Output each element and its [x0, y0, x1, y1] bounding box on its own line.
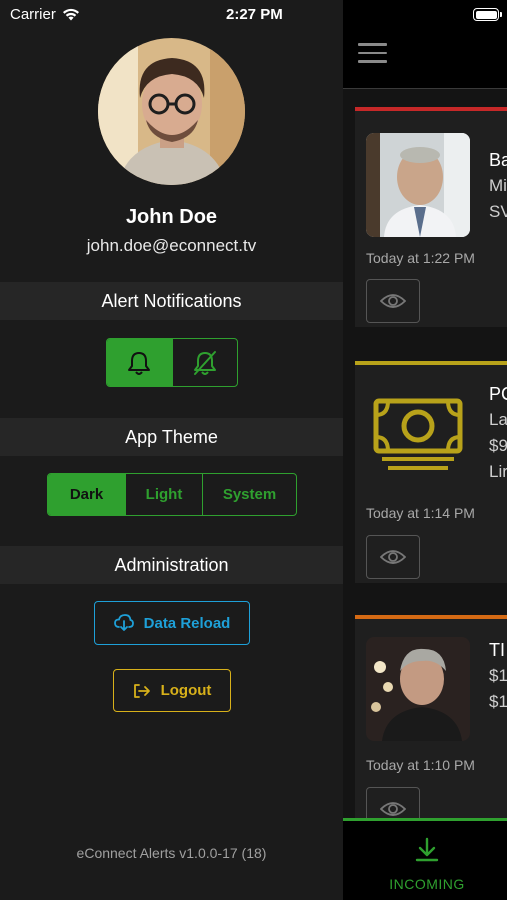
alert-photo: [366, 637, 470, 741]
user-email: john.doe@econnect.tv: [86, 236, 257, 255]
alert-time: Today at 1:10 PM: [366, 757, 475, 773]
theme-light-option[interactable]: Light: [125, 474, 202, 515]
alert-line: $1: [489, 692, 507, 711]
alert-card[interactable]: PC La $9 Lir Today at 1:14 PM: [355, 361, 507, 583]
data-reload-label: Data Reload: [143, 614, 231, 632]
alert-list: Ba Mi SV Today at 1:22 PM P La $9 Lir To…: [343, 89, 507, 819]
alert-time: Today at 1:22 PM: [366, 250, 475, 266]
eye-icon: [380, 550, 406, 564]
avatar: [98, 38, 245, 185]
alerts-panel: Ba Mi SV Today at 1:22 PM P La $9 Lir To…: [343, 0, 507, 900]
money-icon: [366, 387, 470, 491]
administration-header: Administration: [0, 546, 343, 584]
alert-stripe: [355, 361, 507, 365]
clock: 2:27 PM: [226, 6, 283, 23]
alert-title: TI: [489, 640, 505, 660]
logout-label: Logout: [160, 682, 212, 699]
alert-line: La: [489, 410, 507, 429]
alert-card[interactable]: TI $1 $1 Today at 1:10 PM: [355, 615, 507, 819]
bell-icon: [128, 351, 151, 375]
logout-icon: [133, 683, 150, 698]
theme-dark-option[interactable]: Dark: [48, 474, 125, 515]
alert-photo: [366, 133, 470, 237]
alert-line: Lir: [489, 462, 507, 481]
alerts-on-option[interactable]: [107, 339, 172, 386]
alert-title: PC: [489, 384, 507, 404]
carrier-indicator: Carrier: [10, 6, 80, 23]
tab-incoming-label: INCOMING: [389, 876, 465, 892]
battery-icon: [473, 8, 502, 21]
alert-line: Mi: [489, 176, 507, 195]
alert-stripe: [355, 107, 507, 111]
alert-time: Today at 1:14 PM: [366, 505, 475, 521]
alert-card[interactable]: Ba Mi SV Today at 1:22 PM: [355, 107, 507, 327]
cloud-download-icon: [113, 614, 134, 631]
tab-incoming[interactable]: INCOMING: [343, 818, 507, 900]
user-name: John Doe: [125, 206, 218, 228]
logout-button[interactable]: Logout: [113, 669, 231, 712]
view-button[interactable]: [366, 279, 420, 323]
view-button[interactable]: [366, 787, 420, 819]
alert-notifications-header: Alert Notifications: [0, 282, 343, 320]
download-icon: [415, 837, 439, 862]
alert-line: SV: [489, 202, 507, 221]
data-reload-button[interactable]: Data Reload: [94, 601, 250, 645]
status-bar: Carrier 2:27 PM: [0, 0, 507, 30]
wifi-icon: [62, 8, 79, 21]
app-theme-header: App Theme: [0, 418, 343, 456]
app-theme-selector: Dark Light System: [47, 473, 297, 516]
menu-icon[interactable]: [358, 43, 387, 63]
alert-notifications-toggle: [106, 338, 238, 387]
alert-line: $1: [489, 666, 507, 685]
carrier-label: Carrier: [10, 6, 56, 23]
eye-icon: [380, 294, 406, 308]
bell-off-icon: [193, 350, 216, 375]
alerts-off-option[interactable]: [171, 339, 238, 386]
theme-system-option[interactable]: System: [202, 474, 296, 515]
view-button[interactable]: [366, 535, 420, 579]
alert-title: Ba: [489, 150, 507, 170]
app-version: eConnect Alerts v1.0.0-17 (18): [76, 845, 267, 861]
eye-icon: [380, 802, 406, 816]
side-drawer: John Doe john.doe@econnect.tv Alert Noti…: [0, 0, 343, 900]
alert-stripe: [355, 615, 507, 619]
alert-line: $9: [489, 436, 507, 455]
